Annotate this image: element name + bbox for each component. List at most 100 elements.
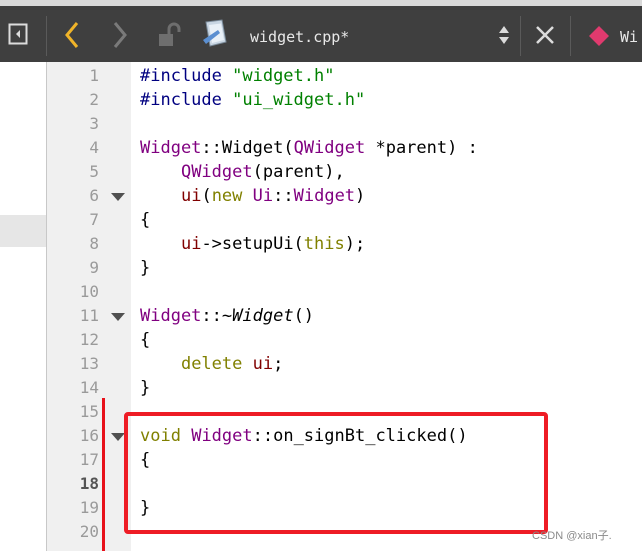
code-token: Widget — [293, 186, 356, 206]
code-token: () — [293, 306, 315, 326]
line-number[interactable]: 13 — [47, 352, 99, 376]
line-number[interactable]: 3 — [47, 112, 99, 136]
red-highlight-box — [124, 412, 548, 534]
code-token: ( — [283, 138, 294, 158]
code-token: } — [140, 258, 151, 278]
code-line[interactable]: Widget::Widget(QWidget *parent) : — [140, 136, 478, 160]
toolbar-separator — [570, 16, 571, 56]
code-token: #include — [140, 66, 233, 86]
code-token: ui — [180, 186, 202, 206]
next-tab-icon-wrap[interactable] — [585, 21, 613, 51]
red-annotation-line — [102, 398, 105, 551]
fold-marker-icon[interactable] — [111, 313, 125, 321]
unlocked-icon — [159, 22, 181, 46]
line-number[interactable]: 16 — [47, 424, 99, 448]
line-number[interactable]: 2 — [47, 88, 99, 112]
code-token: Ui — [252, 186, 274, 206]
code-token: ::~ — [201, 306, 233, 326]
left-panel-selected-row[interactable] — [0, 215, 46, 247]
code-line[interactable]: } — [140, 256, 150, 280]
line-number[interactable]: 6 — [47, 184, 99, 208]
chevron-left-icon — [65, 22, 79, 48]
code-token: QWidget — [293, 138, 366, 158]
code-token: Widget — [221, 138, 284, 158]
sidebar-toggle-icon — [8, 23, 28, 45]
code-token: delete — [180, 354, 243, 374]
code-token: :: — [201, 138, 222, 158]
back-button[interactable] — [60, 18, 84, 52]
left-panel — [0, 62, 46, 551]
cpp-file-icon — [203, 19, 227, 47]
line-number[interactable]: 7 — [47, 208, 99, 232]
code-token: Widget — [140, 306, 202, 326]
code-token: *parent) : — [365, 138, 478, 158]
line-number[interactable]: 12 — [47, 328, 99, 352]
next-tab-label[interactable]: Wi — [620, 28, 638, 46]
code-token: ->setupUi( — [201, 234, 304, 254]
code-token: Widget — [232, 306, 294, 326]
code-line[interactable]: QWidget(parent), — [140, 160, 345, 184]
code-line[interactable]: { — [140, 328, 150, 352]
code-line[interactable]: ui->setupUi(this); — [140, 232, 365, 256]
line-number[interactable]: 14 — [47, 376, 99, 400]
code-token: ui — [180, 234, 202, 254]
code-line[interactable]: #include "widget.h" — [140, 64, 334, 88]
watermark: CSDN @xian子. — [532, 530, 612, 542]
code-line[interactable]: ui(new Ui::Widget) — [140, 184, 365, 208]
fold-marker-icon[interactable] — [111, 433, 125, 441]
line-number[interactable]: 19 — [47, 496, 99, 520]
fold-marker-icon[interactable] — [111, 193, 125, 201]
line-number[interactable]: 5 — [47, 160, 99, 184]
close-document-button[interactable] — [531, 20, 559, 50]
line-number[interactable]: 1 — [47, 64, 99, 88]
code-token: Widget — [140, 138, 202, 158]
code-token: ( — [201, 186, 212, 206]
code-line[interactable]: delete ui; — [140, 352, 283, 376]
code-line[interactable]: } — [140, 376, 150, 400]
file-type-indicator — [198, 16, 232, 52]
document-selector-button[interactable] — [494, 20, 514, 50]
code-token: :: — [273, 186, 294, 206]
line-number[interactable]: 8 — [47, 232, 99, 256]
code-token: this — [303, 234, 345, 254]
code-line[interactable]: Widget::~Widget() — [140, 304, 314, 328]
code-line[interactable]: { — [140, 208, 150, 232]
line-number[interactable]: 17 — [47, 448, 99, 472]
close-icon — [536, 26, 554, 44]
line-number[interactable]: 10 — [47, 280, 99, 304]
code-token: "widget.h" — [232, 66, 335, 86]
lock-button[interactable] — [154, 20, 184, 50]
code-token: ) — [355, 186, 366, 206]
file-name-label[interactable]: widget.cpp* — [250, 28, 349, 46]
line-number[interactable]: 4 — [47, 136, 99, 160]
chevron-right-icon — [113, 22, 127, 48]
line-number[interactable]: 15 — [47, 400, 99, 424]
toolbar-separator — [46, 16, 47, 56]
code-token: ui — [252, 354, 274, 374]
code-token: QWidget — [180, 162, 253, 182]
editor-toolbar: widget.cpp* Wi — [0, 0, 642, 68]
code-token: { — [140, 330, 151, 350]
code-line[interactable]: #include "ui_widget.h" — [140, 88, 365, 112]
code-token: } — [140, 378, 151, 398]
forward-button[interactable] — [108, 18, 132, 52]
code-token: new — [211, 186, 243, 206]
code-token: #include — [140, 90, 233, 110]
updown-icon — [499, 26, 509, 44]
code-token: ); — [344, 234, 366, 254]
sidebar-toggle-button[interactable] — [6, 19, 30, 49]
code-token: (parent), — [252, 162, 345, 182]
toolbar-separator — [520, 16, 521, 56]
line-number[interactable]: 18 — [47, 472, 99, 496]
line-number[interactable]: 9 — [47, 256, 99, 280]
line-number[interactable]: 20 — [47, 520, 99, 544]
code-token: { — [140, 210, 151, 230]
diamond-icon — [589, 26, 609, 46]
line-number[interactable]: 11 — [47, 304, 99, 328]
